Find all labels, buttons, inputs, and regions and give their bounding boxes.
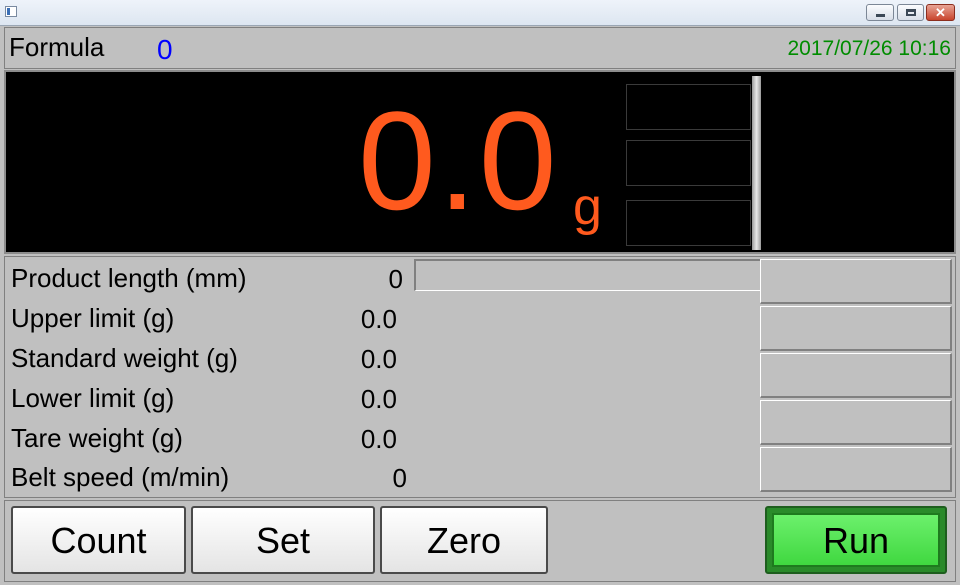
formula-value[interactable]: 0	[157, 34, 173, 66]
param-row-tare-weight: Tare weight (g) 0.0	[9, 419, 409, 455]
maximize-button[interactable]	[897, 4, 924, 21]
param-value[interactable]: 0.0	[361, 424, 397, 455]
weight-bargraph	[752, 76, 761, 250]
indicator-box-1	[626, 84, 751, 130]
run-button-label: Run	[772, 513, 940, 567]
param-label: Upper limit (g)	[11, 303, 175, 333]
status-panel-5	[760, 447, 952, 492]
param-row-lower-limit: Lower limit (g) 0.0	[9, 379, 409, 415]
app-icon	[5, 6, 17, 17]
close-button[interactable]: ✕	[926, 4, 955, 21]
indicator-box-3	[626, 200, 751, 246]
param-row-product-length: Product length (mm) 0	[9, 259, 409, 295]
weight-unit: g	[573, 178, 602, 236]
param-value[interactable]: 0.0	[361, 304, 397, 335]
datetime-display: 2017/07/26 10:16	[787, 37, 952, 60]
param-row-belt-speed: Belt speed (m/min) 0	[9, 458, 409, 494]
set-button[interactable]: Set	[191, 506, 375, 574]
param-label: Standard weight (g)	[11, 343, 238, 373]
parameters-panel: Product length (mm) 0 Upper limit (g) 0.…	[4, 256, 956, 498]
status-panel-4	[760, 400, 952, 445]
weight-value: 0.0	[358, 82, 559, 239]
param-row-upper-limit: Upper limit (g) 0.0	[9, 299, 409, 335]
run-button[interactable]: Run	[765, 506, 947, 574]
count-button[interactable]: Count	[11, 506, 186, 574]
window-titlebar: ✕	[0, 0, 960, 26]
param-value[interactable]: 0.0	[361, 384, 397, 415]
param-label: Tare weight (g)	[11, 423, 183, 453]
param-label: Belt speed (m/min)	[11, 462, 230, 492]
indicator-box-2	[626, 140, 751, 186]
param-value[interactable]: 0	[389, 264, 403, 295]
zero-button[interactable]: Zero	[380, 506, 548, 574]
close-icon: ✕	[935, 5, 946, 20]
progress-bar	[414, 259, 761, 291]
param-row-standard-weight: Standard weight (g) 0.0	[9, 339, 409, 375]
minimize-button[interactable]	[866, 4, 894, 21]
status-panel-3	[760, 353, 952, 398]
minimize-icon	[876, 14, 885, 17]
formula-label: Formula	[9, 32, 105, 62]
param-label: Product length (mm)	[11, 263, 247, 293]
header-bar: Formula 0 2017/07/26 10:16	[4, 27, 956, 69]
status-panel-2	[760, 306, 952, 351]
maximize-icon	[906, 9, 916, 16]
button-bar: Count Set Zero Run	[4, 500, 956, 582]
param-value[interactable]: 0.0	[361, 344, 397, 375]
param-label: Lower limit (g)	[11, 383, 175, 413]
status-panel-1	[760, 259, 952, 304]
param-value[interactable]: 0	[393, 463, 407, 494]
weight-display-panel: 0.0 g	[4, 70, 956, 254]
